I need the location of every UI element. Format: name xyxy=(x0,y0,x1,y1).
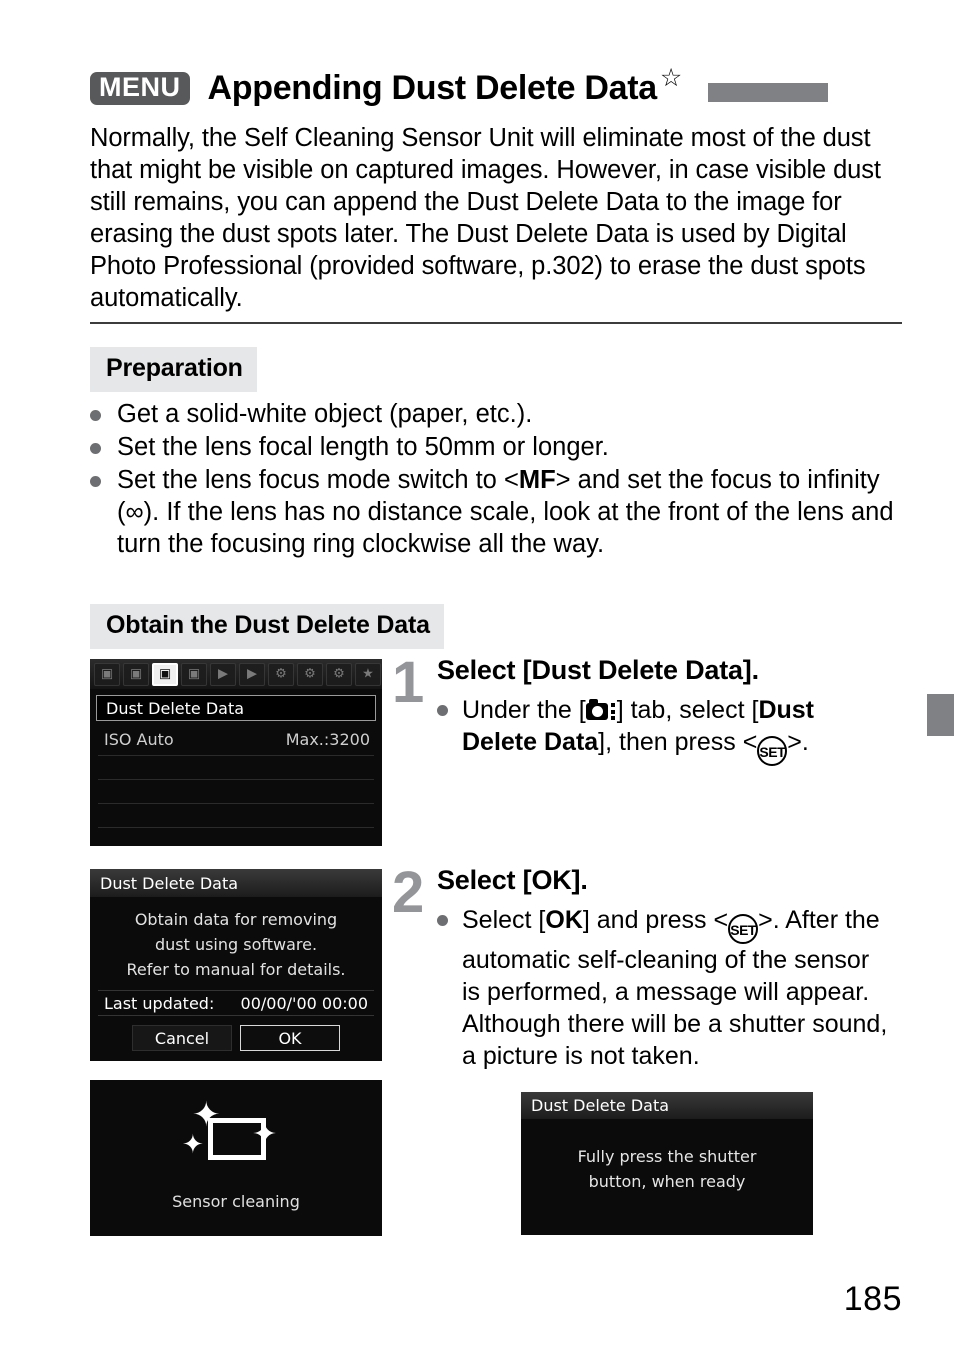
lcd-tab-my-menu[interactable]: ★ xyxy=(355,662,381,686)
step1-text-end: >. xyxy=(787,728,809,756)
star-icon: ★ xyxy=(362,666,374,682)
list-item: Set the lens focus mode switch to <MF> a… xyxy=(90,464,902,560)
sparkle-icon: ✦ xyxy=(252,1117,278,1152)
list-item-text: Get a solid-white object (paper, etc.). xyxy=(117,400,533,428)
playback-icon: ▶ xyxy=(218,666,228,682)
page-header: MENU Appending Dust Delete Data ☆ xyxy=(90,62,902,114)
obtain-heading: Obtain the Dust Delete Data xyxy=(90,604,444,649)
list-item: Set the lens focal length to 50mm or lon… xyxy=(90,431,902,463)
lcd-dialog-message-line3: Refer to manual for details. xyxy=(126,960,346,979)
bullet-dot-icon xyxy=(437,915,448,926)
lcd-row-divider xyxy=(98,827,374,828)
list-item-text: Set the lens focus mode switch to <MF> a… xyxy=(117,464,902,560)
lcd-dialog-message-line1: Obtain data for removing xyxy=(134,910,338,929)
step1-text-mid: ] tab, select [ xyxy=(616,696,759,724)
lcd-row-divider xyxy=(98,755,374,756)
bullet-dot-icon xyxy=(90,476,101,487)
lcd-ready-message: Fully press the shutter button, when rea… xyxy=(521,1144,813,1194)
lcd-dialog-last-updated-row: Last updated: 00/00/'00 00:00 xyxy=(98,990,374,1016)
ok-label: OK xyxy=(545,906,583,934)
sparkle-icon: ✦ xyxy=(182,1130,204,1160)
lcd-dialog-screenshot: Dust Delete Data Obtain data for removin… xyxy=(90,869,382,1061)
preparation-list: Get a solid-white object (paper, etc.). … xyxy=(90,398,902,561)
step-body-1: Under the [] tab, select [Dust Delete Da… xyxy=(437,694,857,767)
list-item: Under the [] tab, select [Dust Delete Da… xyxy=(437,694,857,766)
camera-icon: ▣ xyxy=(129,666,143,682)
lcd-row-divider xyxy=(98,803,374,804)
lcd-tab-shooting-4[interactable]: ▣ xyxy=(181,662,207,686)
list-item: Select [OK] and press < SET>. After the a… xyxy=(437,904,892,1072)
set-button-icon: SET xyxy=(757,736,788,766)
step2-text-pre: Select [ xyxy=(462,906,546,934)
lcd-ok-button[interactable]: OK xyxy=(240,1025,340,1051)
lcd-dialog-buttons: Cancel OK xyxy=(90,1025,382,1051)
lcd-tab-shooting-1[interactable]: ▣ xyxy=(94,662,120,686)
lcd-menu-selected-row[interactable]: Dust Delete Data xyxy=(96,695,376,721)
preparation-heading: Preparation xyxy=(90,347,257,392)
section-divider xyxy=(90,322,902,324)
lcd-dialog-title: Dust Delete Data xyxy=(90,869,382,897)
bullet-dot-icon xyxy=(437,705,448,716)
step1-text-pre: Under the [ xyxy=(462,696,586,724)
star-icon: ☆ xyxy=(659,64,683,92)
wrench-icon: ⚙ xyxy=(275,666,287,682)
lcd-dialog-last-updated-value: 00/00/'00 00:00 xyxy=(240,993,368,1013)
list-item-text: Set the lens focal length to 50mm or lon… xyxy=(117,433,609,461)
step-number-2: 2 xyxy=(392,860,425,925)
lcd-ready-message-line2: button, when ready xyxy=(588,1172,746,1191)
wrench-icon: ⚙ xyxy=(304,666,316,682)
sensor-cleaning-icon: ✦ ✦ ✦ xyxy=(178,1098,298,1174)
lcd-tab-playback-1[interactable]: ▶ xyxy=(210,662,236,686)
lcd-row-divider xyxy=(98,779,374,780)
header-rule-bar xyxy=(708,82,829,102)
lcd-ready-message-line1: Fully press the shutter xyxy=(577,1147,757,1166)
lcd-tab-setup-2[interactable]: ⚙ xyxy=(297,662,323,686)
lcd-tab-setup-3[interactable]: ⚙ xyxy=(326,662,352,686)
lcd-menu-row-label: ISO Auto xyxy=(104,729,174,749)
lcd-ready-title: Dust Delete Data xyxy=(521,1092,813,1119)
lcd-menu-row-value: Max.:3200 xyxy=(285,729,370,749)
step-number-1: 1 xyxy=(392,650,425,715)
lcd-menu-tabbar: ▣ ▣ ▣ ▣ ▶ ▶ ⚙ ⚙ ⚙ ★ xyxy=(90,659,382,689)
lcd-menu-row-iso-auto[interactable]: ISO Auto Max.:3200 xyxy=(104,727,370,751)
set-button-icon: SET xyxy=(728,914,759,944)
camera-tab-icon xyxy=(585,699,617,722)
page-title: Appending Dust Delete Data xyxy=(207,68,658,107)
lcd-tab-playback-2[interactable]: ▶ xyxy=(239,662,265,686)
bullet-dot-icon xyxy=(90,410,101,421)
step2-text-post: ] and press < xyxy=(582,906,729,934)
page-number: 185 xyxy=(843,1280,902,1318)
lcd-dialog-message: Obtain data for removing dust using soft… xyxy=(90,907,382,982)
camera-icon: ▣ xyxy=(100,666,114,682)
step-title-2: Select [OK]. xyxy=(437,865,588,895)
lcd-sensor-cleaning-screenshot: ✦ ✦ ✦ Sensor cleaning xyxy=(90,1080,382,1236)
step-body-text: Under the [] tab, select [Dust Delete Da… xyxy=(462,694,857,766)
lcd-dialog-last-updated-label: Last updated: xyxy=(104,993,215,1013)
mf-label: MF xyxy=(518,466,556,494)
menu-badge-icon: MENU xyxy=(90,71,190,105)
manual-page: MENU Appending Dust Delete Data ☆ Normal… xyxy=(0,0,954,1345)
list-item-text-pre: Set the lens focus mode switch to < xyxy=(117,466,519,494)
intro-paragraph: Normally, the Self Cleaning Sensor Unit … xyxy=(90,124,881,312)
step-body-2: Select [OK] and press < SET>. After the a… xyxy=(437,904,892,1073)
playback-icon: ▶ xyxy=(247,666,257,682)
lcd-menu-screenshot: ▣ ▣ ▣ ▣ ▶ ▶ ⚙ ⚙ ⚙ ★ Dust Delete Data ISO… xyxy=(90,659,382,846)
sparkle-icon: ✦ xyxy=(192,1095,221,1135)
lcd-cancel-button[interactable]: Cancel xyxy=(132,1025,232,1051)
edge-index-tab xyxy=(927,694,954,736)
lcd-tab-shooting-2[interactable]: ▣ xyxy=(123,662,149,686)
lcd-ready-screenshot: Dust Delete Data Fully press the shutter… xyxy=(521,1092,813,1235)
camera-icon: ▣ xyxy=(187,666,201,682)
camera-icon: ▣ xyxy=(158,666,172,682)
bullet-dot-icon xyxy=(90,443,101,454)
step-title-1: Select [Dust Delete Data]. xyxy=(437,655,759,685)
list-item: Get a solid-white object (paper, etc.). xyxy=(90,398,902,430)
lcd-tab-shooting-3[interactable]: ▣ xyxy=(152,662,178,686)
step1-text-post: ], then press < xyxy=(598,728,758,756)
lcd-dialog-message-line2: dust using software. xyxy=(154,935,318,954)
step-body-text: Select [OK] and press < SET>. After the a… xyxy=(462,904,892,1072)
wrench-icon: ⚙ xyxy=(333,666,345,682)
lcd-tab-setup-1[interactable]: ⚙ xyxy=(268,662,294,686)
lcd-sensor-cleaning-caption: Sensor cleaning xyxy=(172,1192,300,1211)
